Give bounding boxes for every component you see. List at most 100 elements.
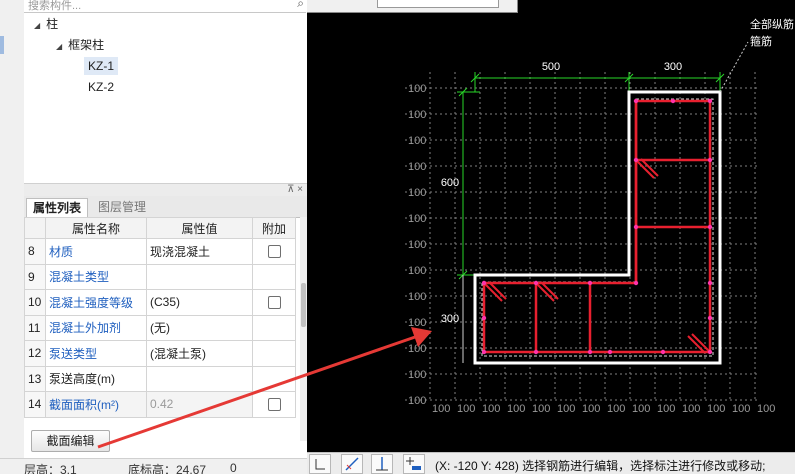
dim-left-lower[interactable]: 300 [441, 313, 459, 325]
longitudinal-bar[interactable] [587, 280, 593, 286]
table-row[interactable]: 12 泵送类型 (混凝土泵) [24, 340, 296, 367]
grid-label: 100 [408, 239, 426, 251]
table-row[interactable]: 11 混凝土外加剂 (无) [24, 314, 296, 341]
scrollbar-thumb[interactable] [301, 283, 306, 327]
annotation-stirrup[interactable]: 箍筋 [750, 34, 772, 48]
grid-label: 100 [408, 317, 426, 329]
longitudinal-bar[interactable] [607, 349, 613, 355]
longitudinal-bar[interactable] [587, 349, 593, 355]
property-name[interactable]: 混凝土外加剂 [45, 314, 147, 341]
table-row[interactable]: 13 泵送高度(m) [24, 365, 296, 392]
search-icon[interactable]: ⌕ [297, 0, 304, 11]
longitudinal-bar[interactable] [633, 280, 639, 286]
drawing-status-bar: (X: -120 Y: 428) 选择钢筋进行编辑，选择标注进行修改或移动; [307, 452, 795, 474]
longitudinal-bar[interactable] [660, 349, 666, 355]
longitudinal-bar[interactable] [481, 280, 487, 286]
addition-checkbox[interactable] [267, 295, 281, 309]
table-row[interactable]: 8 材质 现浇混凝土 [24, 238, 296, 265]
grid-label: 100 [657, 403, 675, 415]
grid-label: 100 [757, 403, 775, 415]
longitudinal-bar[interactable] [707, 349, 713, 355]
tree-node-frame-column[interactable]: ◢ 框架柱 [56, 36, 104, 54]
property-value[interactable]: (无) [146, 314, 253, 341]
property-scrollbar[interactable] [300, 217, 307, 441]
property-value[interactable]: 现浇混凝土 [146, 238, 253, 265]
grid-label: 100 [408, 213, 426, 225]
table-row[interactable]: 14 截面面积(m²) 0.42 [24, 391, 296, 418]
grid-label: 100 [408, 109, 426, 121]
property-value[interactable] [146, 263, 253, 290]
panel-tabs: 属性列表 图层管理 [24, 196, 307, 219]
rebar-stirrups[interactable] [482, 99, 712, 354]
dim-left-upper[interactable]: 600 [441, 177, 459, 189]
panel-splitter[interactable]: ⊼ × [24, 183, 307, 197]
collapse-triangle-icon[interactable]: ◢ [56, 42, 62, 51]
grid-label: 100 [408, 135, 426, 147]
left-status-bar: 层高：3.1 底标高：24.67 0 [0, 458, 307, 474]
status-message: (X: -120 Y: 428) 选择钢筋进行编辑，选择标注进行修改或移动; [435, 459, 766, 473]
longitudinal-bar[interactable] [481, 349, 487, 355]
addition-cell [252, 314, 296, 341]
tree-node-column[interactable]: ◢ 柱 [34, 15, 58, 33]
property-name[interactable]: 材质 [45, 238, 147, 265]
property-name[interactable]: 混凝土类型 [45, 263, 147, 290]
collapse-triangle-icon[interactable]: ◢ [34, 21, 40, 30]
dim-top-right[interactable]: 300 [664, 61, 682, 73]
longitudinal-bar[interactable] [707, 315, 713, 321]
strip-marker [0, 36, 4, 54]
search-box[interactable]: 搜索构件... ⌕ [24, 0, 306, 13]
table-row[interactable]: 10 混凝土强度等级 (C35) [24, 289, 296, 316]
longitudinal-bar[interactable] [481, 315, 487, 321]
longitudinal-bar[interactable] [633, 224, 639, 230]
property-name[interactable]: 泵送类型 [45, 340, 147, 367]
annotation-all-bars[interactable]: 全部纵筋 [750, 17, 794, 31]
longitudinal-bar[interactable] [707, 98, 713, 104]
section-edit-button[interactable]: 截面编辑 [31, 430, 110, 452]
section-drawing-canvas[interactable]: 100 100 100 100 100 100 100 100 100 100 100 100 100 1… [307, 0, 795, 452]
line-draw-icon[interactable] [341, 454, 363, 474]
longitudinal-bar[interactable] [633, 157, 639, 163]
row-number: 12 [24, 340, 46, 367]
property-name[interactable]: 截面面积(m²) [45, 391, 147, 418]
search-input[interactable]: 搜索构件... [28, 0, 81, 12]
component-tree-panel: 搜索构件... ⌕ ◢ 柱 ◢ 框架柱 KZ-1 KZ-2 [24, 0, 308, 183]
grid-label: 100 [482, 403, 500, 415]
longitudinal-bar[interactable] [707, 224, 713, 230]
grid-label: 100 [408, 187, 426, 199]
addition-cell [252, 289, 296, 316]
tab-layer-manager[interactable]: 图层管理 [92, 198, 152, 217]
property-value[interactable]: (C35) [146, 289, 253, 316]
property-name[interactable]: 泵送高度(m) [45, 365, 147, 392]
pin-close-icon[interactable]: ⊼ × [287, 184, 303, 195]
longitudinal-bar[interactable] [670, 98, 676, 104]
tree-node-label: KZ-2 [88, 80, 115, 94]
add-annotation-icon[interactable] [403, 454, 425, 474]
tree-node-kz1[interactable]: KZ-1 [84, 57, 119, 75]
leader-line [719, 41, 749, 93]
grid-label: 100 [457, 403, 475, 415]
longitudinal-bar[interactable] [707, 280, 713, 286]
longitudinal-bar[interactable] [533, 280, 539, 286]
tab-property-list[interactable]: 属性列表 [26, 198, 89, 219]
longitudinal-bar[interactable] [633, 98, 639, 104]
grid-label: 100 [732, 403, 750, 415]
grid-label: 100 [408, 83, 426, 95]
addition-checkbox[interactable] [267, 244, 281, 258]
grid-label: 100 [557, 403, 575, 415]
table-row[interactable]: 9 混凝土类型 [24, 263, 296, 290]
longitudinal-bar[interactable] [533, 349, 539, 355]
section-name-input[interactable] [377, 0, 499, 8]
dimension-tool-icon[interactable] [371, 454, 393, 474]
property-value[interactable] [146, 365, 253, 392]
grid-label: 100 [582, 403, 600, 415]
floor-height-text: 层高：3.1 [24, 463, 77, 474]
status-zero-text: 0 [230, 461, 237, 474]
tree-node-kz2[interactable]: KZ-2 [88, 78, 114, 96]
addition-checkbox[interactable] [267, 397, 281, 411]
longitudinal-bar[interactable] [707, 157, 713, 163]
property-value[interactable]: (混凝土泵) [146, 340, 253, 367]
ortho-mode-icon[interactable] [309, 454, 331, 474]
property-name[interactable]: 混凝土强度等级 [45, 289, 147, 316]
dim-top-left[interactable]: 500 [542, 61, 560, 73]
row-number: 10 [24, 289, 46, 316]
